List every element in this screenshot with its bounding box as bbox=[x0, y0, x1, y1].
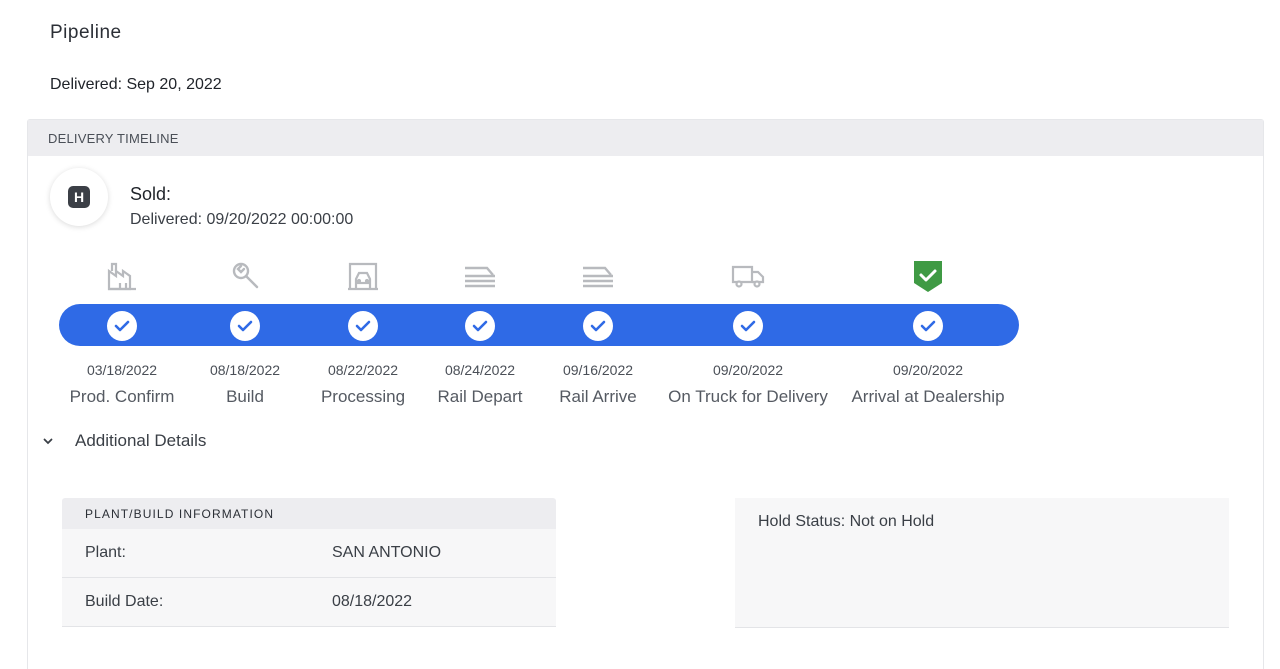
avatar-letter: H bbox=[68, 186, 90, 208]
page-title: Pipeline bbox=[50, 22, 122, 43]
avatar: H bbox=[50, 168, 108, 226]
stage-label: Rail Depart bbox=[437, 387, 523, 406]
build-date-value: 08/18/2022 bbox=[332, 593, 413, 610]
hold-status-box: Hold Status: Not on Hold bbox=[735, 498, 1229, 628]
chevron-down-icon bbox=[43, 438, 57, 445]
status-text: Sold: Delivered: 09/20/2022 00:00:00 bbox=[130, 184, 353, 229]
stage-date: 09/20/2022 bbox=[892, 362, 964, 378]
car-bay-icon bbox=[346, 259, 380, 293]
table-row: Build Date: 08/18/2022 bbox=[62, 578, 556, 627]
plant-build-header: PLANT/BUILD INFORMATION bbox=[62, 498, 556, 529]
table-row: Plant: SAN ANTONIO bbox=[62, 529, 556, 578]
stage-date: 09/20/2022 bbox=[712, 362, 784, 378]
status-title: Sold: bbox=[130, 184, 172, 204]
stage-label: Prod. Confirm bbox=[69, 387, 175, 406]
stage-label: Arrival at Dealership bbox=[851, 387, 1005, 406]
delivery-timeline-card: DELIVERY TIMELINE H Sold: Delivered: 09/… bbox=[27, 119, 1264, 669]
additional-details-toggle[interactable]: Additional Details bbox=[43, 431, 206, 451]
stage-check-icon bbox=[583, 311, 613, 341]
plant-label: Plant: bbox=[85, 544, 126, 561]
shield-check-icon bbox=[911, 259, 945, 293]
stage-label: On Truck for Delivery bbox=[668, 387, 828, 406]
build-date-label: Build Date: bbox=[85, 593, 164, 610]
stage-date: 03/18/2022 bbox=[86, 362, 158, 378]
rail-icon bbox=[463, 259, 497, 293]
delivery-timeline: 03/18/2022 Prod. Confirm 08/18/2022 Buil… bbox=[59, 256, 1019, 416]
stage-label: Rail Arrive bbox=[559, 387, 637, 406]
truck-icon bbox=[731, 259, 765, 293]
plant-value: SAN ANTONIO bbox=[332, 544, 442, 561]
stage-date: 08/18/2022 bbox=[209, 362, 281, 378]
timeline-progress-bar bbox=[59, 304, 1019, 346]
stage-label: Processing bbox=[320, 387, 406, 406]
delivered-summary: Delivered: Sep 20, 2022 bbox=[50, 76, 222, 93]
stage-check-icon bbox=[913, 311, 943, 341]
additional-details-label: Additional Details bbox=[75, 431, 207, 450]
stage-check-icon bbox=[733, 311, 763, 341]
stage-check-icon bbox=[348, 311, 378, 341]
stage-date: 08/22/2022 bbox=[327, 362, 399, 378]
stage-date: 09/16/2022 bbox=[562, 362, 634, 378]
stage-check-icon bbox=[107, 311, 137, 341]
hold-status-text: Hold Status: Not on Hold bbox=[758, 513, 935, 530]
card-header: DELIVERY TIMELINE bbox=[28, 120, 1263, 156]
stage-date: 08/24/2022 bbox=[444, 362, 516, 378]
plant-build-info: PLANT/BUILD INFORMATION Plant: SAN ANTON… bbox=[62, 498, 556, 627]
wrench-icon bbox=[228, 259, 262, 293]
rail-icon bbox=[581, 259, 615, 293]
status-row: H Sold: Delivered: 09/20/2022 00:00:00 bbox=[50, 168, 353, 229]
stage-check-icon bbox=[230, 311, 260, 341]
status-subtitle: Delivered: 09/20/2022 00:00:00 bbox=[130, 211, 354, 228]
stage-check-icon bbox=[465, 311, 495, 341]
stage-label: Build bbox=[226, 387, 264, 406]
factory-icon bbox=[105, 259, 139, 293]
